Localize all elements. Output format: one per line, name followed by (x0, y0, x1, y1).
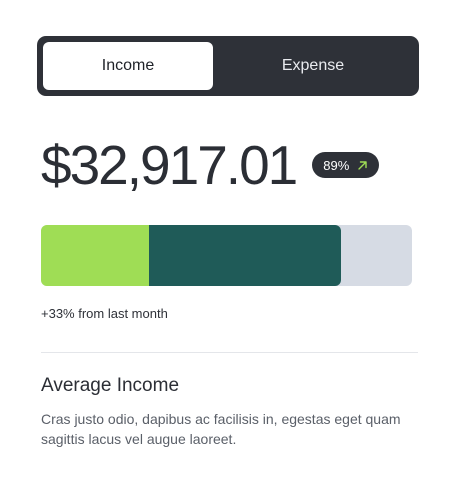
section-title: Average Income (41, 375, 180, 396)
progress-segment-second (148, 225, 342, 286)
tab-income[interactable]: Income (43, 42, 213, 90)
arrow-up-right-icon (357, 160, 368, 171)
section-description: Cras justo odio, dapibus ac facilisis in… (41, 411, 401, 447)
income-progress-bar (41, 225, 412, 286)
progress-segment-income (41, 225, 149, 286)
total-amount: $32,917.01 (41, 134, 298, 196)
divider (41, 352, 418, 353)
badge-value: 89% (323, 157, 350, 173)
amount-row: $32,917.01 89% (41, 134, 380, 196)
tab-expense[interactable]: Expense (213, 42, 413, 90)
percentage-badge: 89% (312, 152, 380, 178)
income-expense-tabs: Income Expense (37, 36, 419, 96)
change-from-last-month: +33% from last month (41, 306, 168, 321)
